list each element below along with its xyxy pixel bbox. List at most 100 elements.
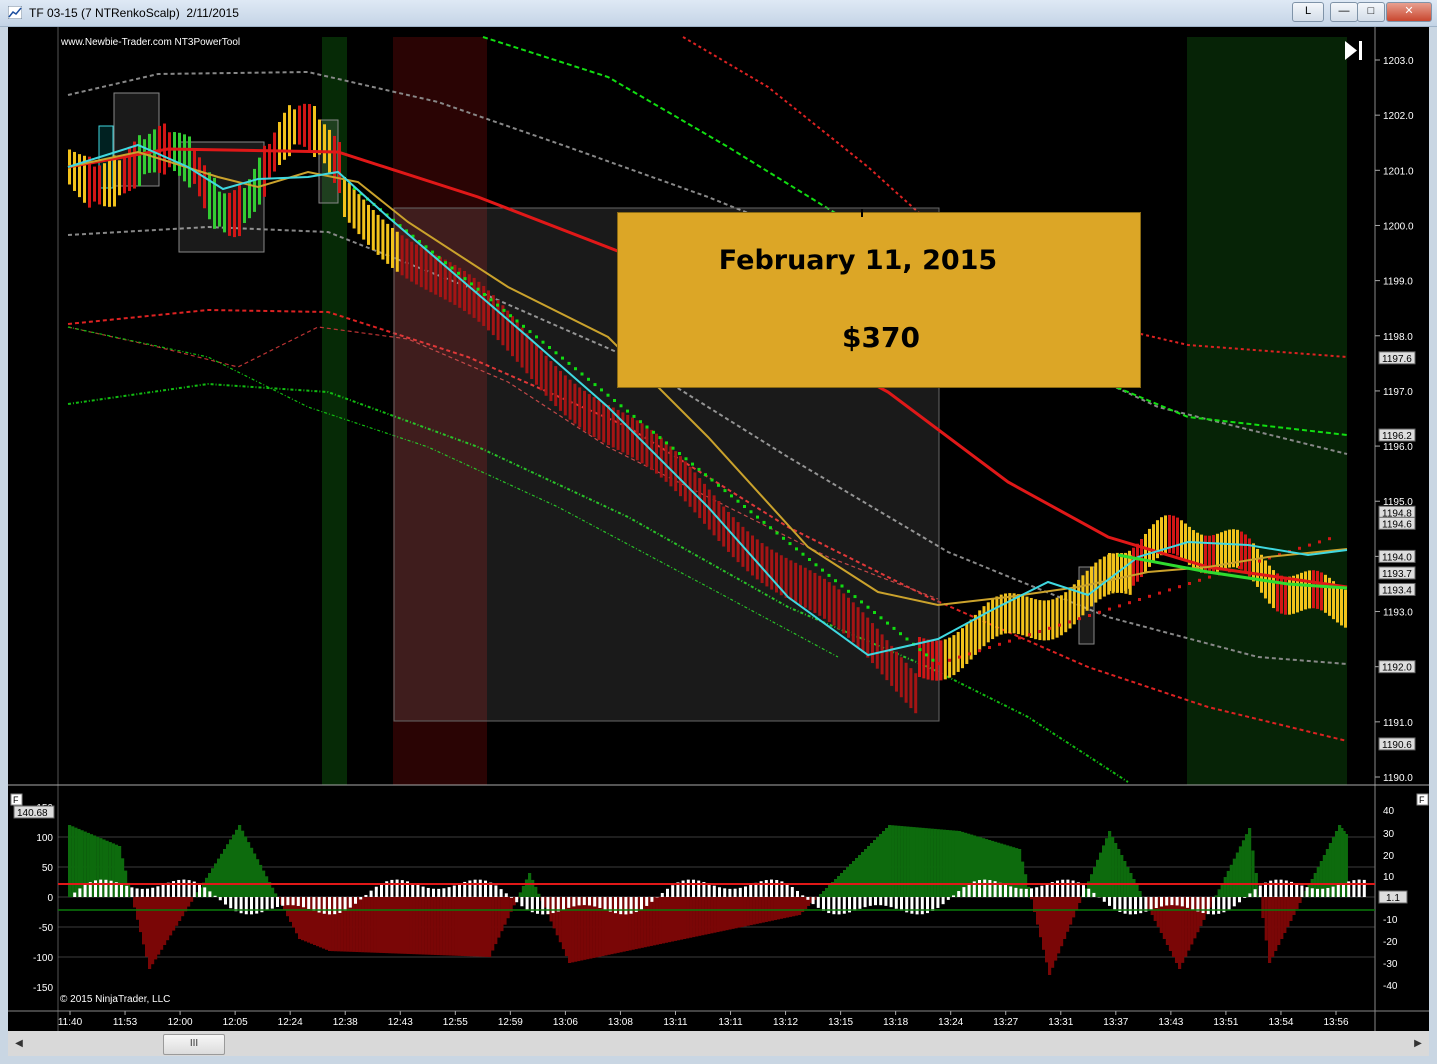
indicator-fill bbox=[939, 829, 943, 897]
histogram-bar bbox=[1092, 892, 1096, 897]
indicator-fill bbox=[737, 897, 741, 928]
scroll-left-arrow-icon[interactable]: ◀ bbox=[10, 1034, 28, 1053]
indicator-fill bbox=[397, 897, 401, 954]
indicator-fill bbox=[731, 897, 735, 929]
indicator-fill bbox=[664, 897, 669, 943]
renko-bar bbox=[573, 383, 577, 424]
histogram-bar bbox=[1232, 897, 1236, 907]
chart-canvas[interactable]: www.Newbie-Trader.com NT3PowerTool 1203.… bbox=[8, 27, 1429, 1031]
title-bar[interactable]: TF 03-15 (7 NTRenkoScalp) 2/11/2015 L — … bbox=[0, 0, 1437, 27]
price-marker-label: 1193.4 bbox=[1382, 585, 1412, 596]
renko-bar bbox=[1240, 531, 1243, 570]
histogram-bar bbox=[1253, 889, 1257, 897]
indicator-fill bbox=[1063, 897, 1067, 939]
stop-dot bbox=[762, 520, 766, 524]
indicator-fill bbox=[382, 897, 386, 954]
histogram-bar bbox=[218, 897, 222, 901]
time-axis-label: 13:12 bbox=[773, 1017, 798, 1028]
indicator-fill bbox=[704, 897, 708, 935]
indicator-fill bbox=[364, 897, 368, 953]
scroll-right-arrow-icon[interactable]: ▶ bbox=[1409, 1034, 1427, 1053]
stop-dot bbox=[509, 314, 512, 318]
histogram-bar bbox=[983, 879, 987, 897]
indicator-fill bbox=[1051, 897, 1055, 968]
renko-bar bbox=[563, 375, 567, 416]
histogram-bar bbox=[213, 895, 217, 897]
renko-bar bbox=[530, 339, 534, 380]
indicator-fill bbox=[460, 897, 465, 956]
stop-dot bbox=[998, 642, 1001, 646]
histogram-bar bbox=[244, 897, 248, 915]
indicator-fill bbox=[1069, 897, 1073, 925]
minimize-button[interactable]: — bbox=[1330, 2, 1358, 22]
indicator-fill bbox=[1244, 834, 1249, 897]
histogram-bar bbox=[473, 879, 477, 897]
histogram-bar bbox=[988, 880, 992, 897]
chart-area[interactable]: www.Newbie-Trader.com NT3PowerTool 1203.… bbox=[8, 27, 1429, 1031]
histogram-bar bbox=[1035, 887, 1039, 897]
histogram-bar bbox=[894, 897, 898, 909]
renko-bar bbox=[103, 163, 106, 207]
histogram-bar bbox=[73, 892, 77, 897]
indicator-fill bbox=[794, 897, 799, 916]
histogram-bar bbox=[99, 879, 103, 897]
indicator-fill bbox=[915, 827, 919, 897]
time-axis-label: 12:55 bbox=[443, 1017, 468, 1028]
histogram-bar bbox=[603, 897, 607, 910]
renko-bar bbox=[1188, 526, 1191, 565]
skip-to-end-icon[interactable] bbox=[1345, 41, 1362, 60]
horizontal-scrollbar[interactable]: ◀ III ▶ bbox=[8, 1031, 1429, 1056]
indicator-fill bbox=[373, 897, 377, 953]
histogram-bar bbox=[920, 897, 924, 915]
histogram-bar bbox=[276, 897, 279, 908]
price-marker-label: 1197.6 bbox=[1382, 354, 1412, 365]
renko-bar bbox=[856, 607, 860, 648]
indicator-fill bbox=[524, 879, 529, 897]
histogram-bar bbox=[265, 897, 269, 911]
stop-dot bbox=[782, 536, 785, 540]
indicator-fill bbox=[574, 897, 578, 962]
histogram-bar bbox=[1331, 886, 1335, 897]
histogram-bar bbox=[728, 888, 732, 897]
renko-bar bbox=[1004, 593, 1007, 634]
histogram-bar bbox=[1160, 897, 1163, 907]
histogram-bar bbox=[1310, 888, 1314, 897]
histogram-bar bbox=[1274, 879, 1278, 897]
stop-dot bbox=[639, 420, 642, 424]
histogram-bar bbox=[1128, 897, 1132, 915]
histogram-bar bbox=[177, 879, 181, 897]
stop-dot bbox=[632, 414, 636, 418]
stop-dot bbox=[1178, 585, 1181, 589]
stop-dot bbox=[1198, 578, 1201, 582]
indicator-fill bbox=[707, 897, 711, 934]
histogram-bar bbox=[931, 897, 935, 911]
histogram-bar bbox=[1279, 879, 1283, 897]
histogram-bar bbox=[1108, 897, 1111, 906]
histogram-bar bbox=[270, 897, 274, 909]
renko-bar bbox=[626, 414, 630, 455]
renko-bar bbox=[1008, 593, 1012, 634]
renko-bar bbox=[108, 159, 111, 207]
stop-dot bbox=[1188, 582, 1191, 585]
histogram-bar bbox=[78, 888, 82, 897]
stop-dot bbox=[847, 589, 850, 593]
time-axis[interactable]: 11:40 11:53 12:00 12:05 12:24 12:38 12:43 12:55… bbox=[58, 1011, 1349, 1028]
renko-bar bbox=[410, 241, 414, 282]
scroll-thumb[interactable]: III bbox=[163, 1034, 225, 1055]
histogram-bar bbox=[234, 897, 238, 912]
renko-bar bbox=[1016, 594, 1020, 635]
layout-button[interactable]: L bbox=[1292, 2, 1324, 22]
renko-bar bbox=[313, 106, 316, 158]
close-button[interactable]: ✕ bbox=[1386, 2, 1432, 22]
histogram-bar bbox=[660, 892, 664, 897]
indicator-fill bbox=[1274, 897, 1278, 951]
renko-bar bbox=[755, 539, 759, 580]
maximize-button[interactable]: □ bbox=[1357, 2, 1385, 22]
histogram-bar bbox=[692, 879, 695, 897]
indicator-fill bbox=[232, 834, 236, 897]
renko-bar bbox=[909, 668, 913, 709]
indicator-fill bbox=[819, 894, 823, 897]
price-axis[interactable]: 1203.0 1202.0 1201.0 1200.0 1199.0 1198.0 1197… bbox=[1375, 56, 1414, 784]
stop-dot bbox=[587, 377, 590, 381]
indicator-right-label: 30 bbox=[1383, 829, 1395, 840]
